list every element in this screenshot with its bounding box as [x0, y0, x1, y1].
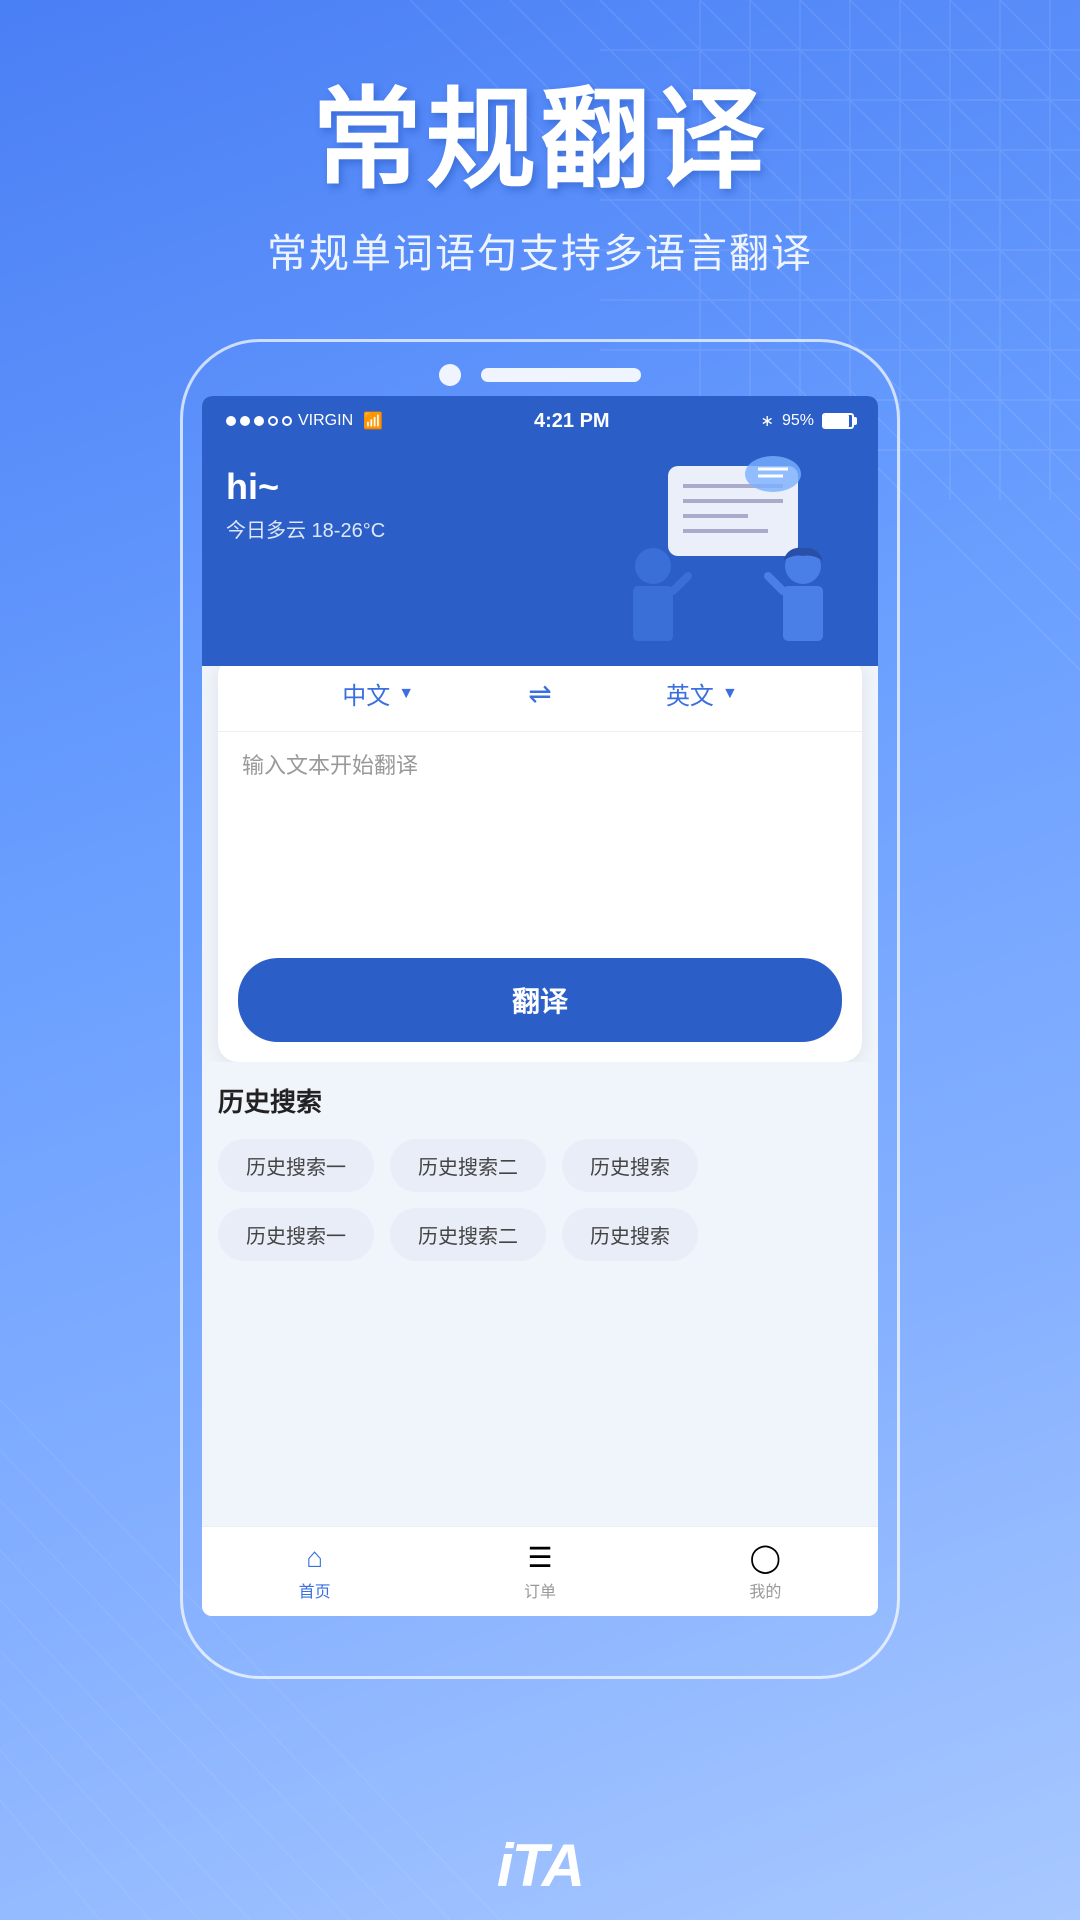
history-row-1: 历史搜索一 历史搜索二 历史搜索 — [218, 1139, 862, 1192]
input-area: 输入文本开始翻译 — [218, 731, 862, 948]
history-title: 历史搜索 — [218, 1082, 862, 1119]
swap-icon[interactable]: ⇌ — [528, 677, 551, 710]
nav-item-orders[interactable]: ☰ 订单 — [427, 1541, 652, 1602]
history-tag-1-1[interactable]: 历史搜索一 — [218, 1139, 374, 1192]
phone-screen: VIRGIN 📶 4:21 PM ∗ 95% hi~ 今日多云 18-26°C — [202, 396, 878, 1616]
illustration — [588, 446, 868, 666]
signal-dot-4 — [268, 416, 278, 426]
bluetooth-icon: ∗ — [761, 411, 774, 431]
translation-card[interactable]: 中文 ▼ ⇌ 英文 ▼ 输入文本开始翻译 翻译 — [218, 656, 862, 1062]
history-tag-1-3[interactable]: 历史搜索 — [562, 1139, 698, 1192]
status-time: 4:21 PM — [534, 410, 610, 433]
status-right: ∗ 95% — [761, 411, 854, 431]
bottom-nav: ⌂ 首页 ☰ 订单 ◯ 我的 — [202, 1526, 878, 1616]
phone-top-bar — [439, 342, 641, 386]
translate-button[interactable]: 翻译 — [238, 958, 842, 1042]
carrier-text: VIRGIN — [298, 412, 353, 430]
signal-dots — [226, 416, 292, 426]
orders-icon: ☰ — [527, 1541, 552, 1574]
nav-label-orders: 订单 — [524, 1578, 556, 1602]
source-lang-label: 中文 — [342, 676, 390, 711]
history-section: 历史搜索 历史搜索一 历史搜索二 历史搜索 历史搜索一 历史搜索二 历史搜索 — [202, 1062, 878, 1526]
app-header: hi~ 今日多云 18-26°C — [202, 446, 878, 666]
history-tag-1-2[interactable]: 历史搜索二 — [390, 1139, 546, 1192]
nav-item-home[interactable]: ⌂ 首页 — [202, 1542, 427, 1602]
status-left: VIRGIN 📶 — [226, 411, 383, 431]
source-lang-btn[interactable]: 中文 ▼ — [248, 676, 508, 711]
history-tag-2-1[interactable]: 历史搜索一 — [218, 1208, 374, 1261]
home-icon: ⌂ — [306, 1542, 323, 1574]
target-lang-btn[interactable]: 英文 ▼ — [572, 676, 832, 711]
status-bar: VIRGIN 📶 4:21 PM ∗ 95% — [202, 396, 878, 446]
sub-title: 常规单词语句支持多语言翻译 — [0, 221, 1080, 279]
target-lang-label: 英文 — [666, 676, 714, 711]
lang-selector: 中文 ▼ ⇌ 英文 ▼ — [218, 656, 862, 731]
phone-speaker — [481, 368, 641, 382]
main-title: 常规翻译 — [0, 80, 1080, 201]
header-section: 常规翻译 常规单词语句支持多语言翻译 — [0, 0, 1080, 279]
target-lang-arrow: ▼ — [722, 685, 738, 703]
battery-bar — [822, 413, 854, 429]
phone-camera — [439, 364, 461, 386]
nav-item-profile[interactable]: ◯ 我的 — [653, 1541, 878, 1602]
app-logo-area: iTA — [497, 1831, 583, 1900]
phone-outer-frame: VIRGIN 📶 4:21 PM ∗ 95% hi~ 今日多云 18-26°C — [180, 339, 900, 1679]
nav-label-home: 首页 — [299, 1578, 331, 1602]
history-row-2: 历史搜索一 历史搜索二 历史搜索 — [218, 1208, 862, 1261]
battery-percent: 95% — [782, 412, 814, 430]
profile-icon: ◯ — [750, 1541, 781, 1574]
wifi-icon: 📶 — [363, 411, 383, 431]
history-tag-2-2[interactable]: 历史搜索二 — [390, 1208, 546, 1261]
signal-dot-1 — [226, 416, 236, 426]
signal-dot-5 — [282, 416, 292, 426]
source-lang-arrow: ▼ — [398, 685, 414, 703]
battery-fill — [824, 415, 849, 427]
translate-input-placeholder[interactable]: 输入文本开始翻译 — [242, 748, 838, 928]
signal-dot-2 — [240, 416, 250, 426]
app-logo-text: iTA — [497, 1832, 583, 1899]
history-tag-2-3[interactable]: 历史搜索 — [562, 1208, 698, 1261]
nav-label-profile: 我的 — [749, 1578, 781, 1602]
phone-mockup: VIRGIN 📶 4:21 PM ∗ 95% hi~ 今日多云 18-26°C — [0, 339, 1080, 1679]
signal-dot-3 — [254, 416, 264, 426]
